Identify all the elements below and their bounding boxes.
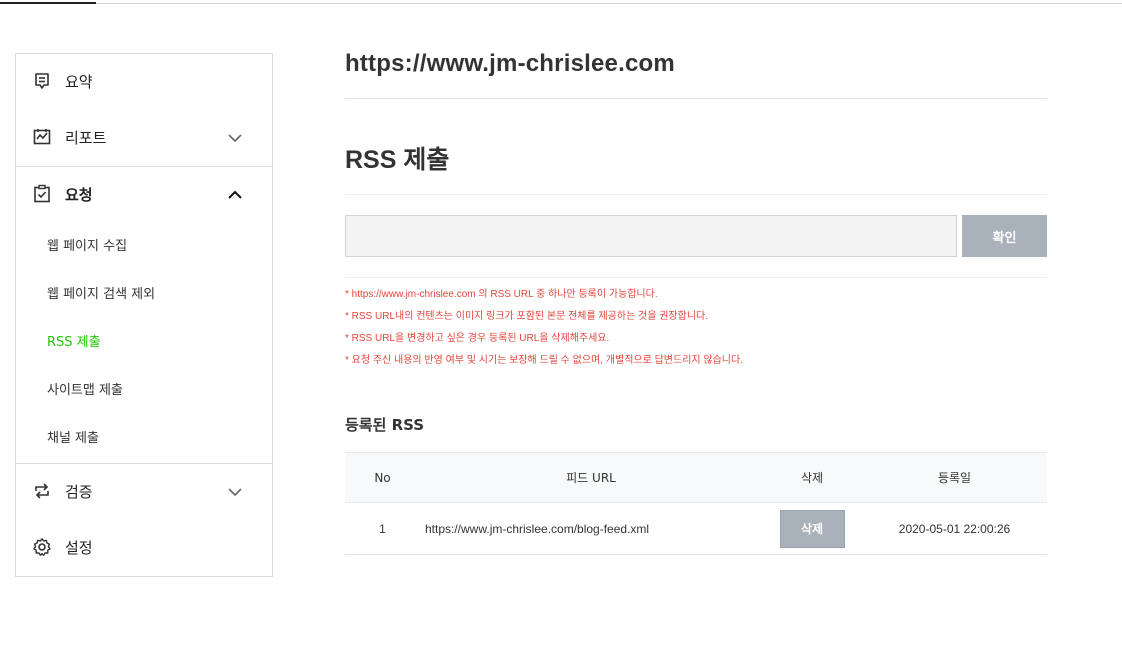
confirm-button[interactable]: 확인 [962,215,1047,257]
row-no: 1 [379,521,386,536]
sidebar-item-label: 설정 [65,539,93,557]
sidebar-subitem-web-page-collect[interactable]: 웹 페이지 수집 [47,238,127,256]
divider [345,277,1047,278]
sidebar-item-label: 요청 [65,186,93,204]
notice-text: * https://www.jm-chrislee.com 의 RSS URL … [345,289,658,300]
sidebar-item-verify[interactable]: 검증 [16,464,272,520]
column-header-date: 등록일 [937,471,972,485]
chevron-down-icon[interactable] [226,129,244,147]
gear-icon [33,538,51,556]
divider [345,98,1047,99]
rss-url-input[interactable] [345,215,957,257]
divider [345,194,1047,195]
report-chart-icon [33,129,51,145]
sidebar-subitem-channel-submit[interactable]: 채널 제출 [47,430,99,448]
column-header-feed-url: 피드 URL [566,471,616,485]
top-nav-active-indicator [0,2,96,4]
row-date: 2020-05-01 22:00:26 [898,521,1011,536]
registered-rss-title: 등록된 RSS [345,416,425,434]
sidebar-subitem-rss-submit[interactable]: RSS 제출 [47,334,101,352]
page-title: RSS 제출 [345,146,450,174]
notice-text: * RSS URL내의 컨텐츠는 이미지 링크가 포함된 본문 전체를 제공하는… [345,311,708,322]
row-feed-url: https://www.jm-chrislee.com/blog-feed.xm… [425,521,650,536]
sidebar-item-settings[interactable]: 설정 [16,520,272,576]
delete-button[interactable]: 삭제 [779,509,845,548]
site-url-title: https://www.jm-chrislee.com [345,50,675,77]
notice-text: * 요청 주신 내용의 반영 여부 및 시기는 보장해 드릴 수 없으며, 개별… [345,355,743,366]
sidebar-item-request[interactable]: 요청 [16,167,272,223]
sidebar-item-summary[interactable]: 요약 [16,54,272,110]
sidebar-item-label: 리포트 [65,129,107,147]
table-header: No 피드 URL 삭제 등록일 [345,452,1047,503]
top-nav-line [0,3,1122,4]
swap-arrows-icon [35,483,49,499]
sidebar: 요약 리포트 요청 웹 페이지 수집 웹 페이지 검색 제외 RSS 제출 사이… [15,53,273,577]
sidebar-item-label: 검증 [65,483,93,501]
notice-text: * RSS URL을 변경하고 싶은 경우 등록된 URL을 삭제해주세요. [345,333,610,344]
clipboard-check-icon [34,184,50,203]
sidebar-item-report[interactable]: 리포트 [16,110,272,166]
sidebar-subitem-web-page-exclude[interactable]: 웹 페이지 검색 제외 [47,286,155,304]
sidebar-subitem-sitemap-submit[interactable]: 사이트맵 제출 [47,382,123,400]
row-delete-cell: 삭제 [762,503,862,554]
chevron-up-icon[interactable] [226,186,244,204]
column-header-delete: 삭제 [800,471,824,485]
column-header-no: No [374,470,391,485]
summary-note-icon [35,73,49,89]
chevron-down-icon[interactable] [226,483,244,501]
sidebar-item-label: 요약 [65,73,93,91]
table-row: 1 https://www.jm-chrislee.com/blog-feed.… [345,503,1047,555]
